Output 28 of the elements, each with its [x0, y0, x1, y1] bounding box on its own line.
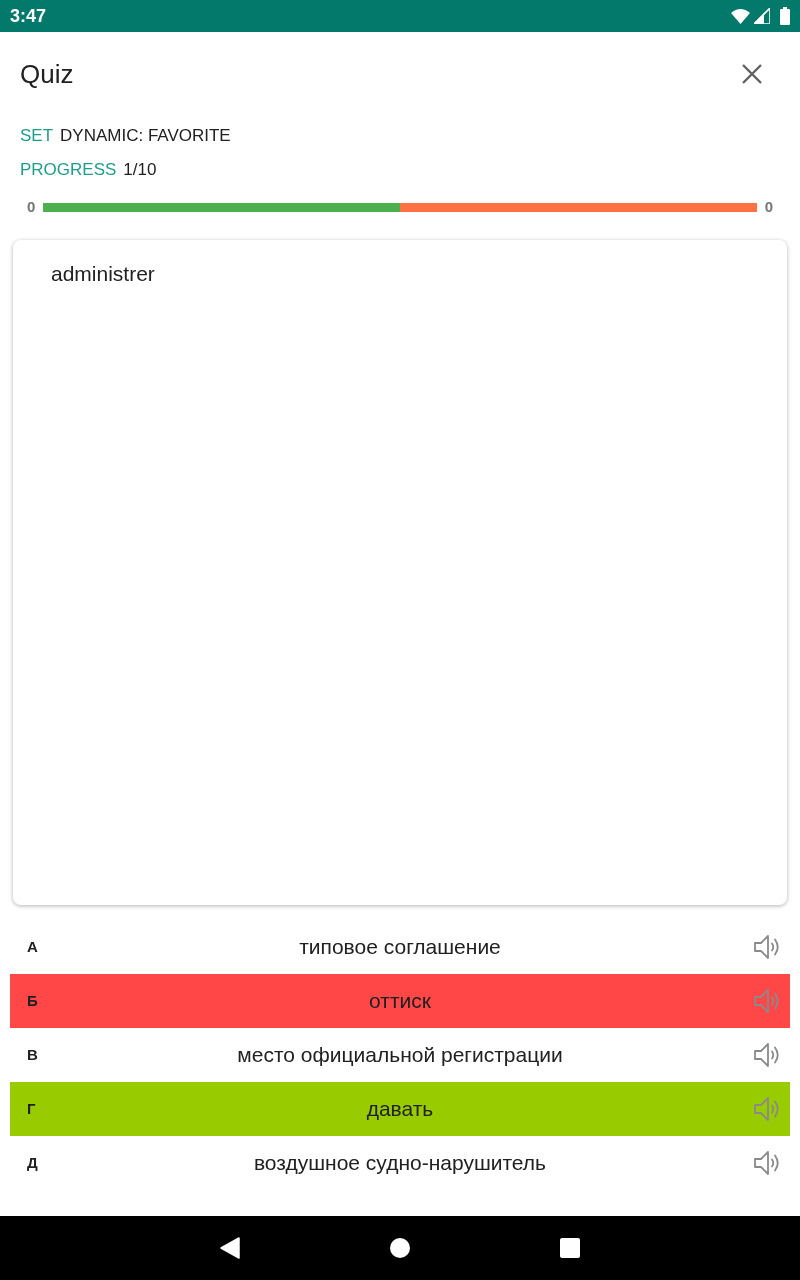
- close-button[interactable]: [740, 62, 764, 86]
- close-icon: [742, 64, 762, 84]
- score-count: 0: [764, 196, 773, 217]
- answer-text: типовое соглашение: [298, 934, 502, 961]
- answer-letter: В: [26, 1044, 39, 1065]
- info-value: DYNAMIC: FAVORITE: [60, 125, 231, 148]
- answer-letter: Б: [26, 990, 39, 1011]
- score-count: 0: [27, 196, 36, 217]
- info-value: 1/10: [123, 159, 157, 182]
- answer-text: воздушное судно-нарушитель: [252, 1150, 548, 1177]
- signal-icon: [754, 8, 770, 24]
- answer-option[interactable]: Б оттиск: [10, 974, 790, 1028]
- home-icon[interactable]: [390, 1238, 410, 1258]
- status-time: 3:47: [10, 4, 47, 28]
- question-text: administrer: [51, 262, 155, 285]
- screen-title: Quiz: [20, 57, 74, 91]
- answer-text: давать: [365, 1096, 435, 1123]
- answer-letter: Г: [26, 1098, 37, 1119]
- answer-letter: А: [26, 936, 39, 957]
- wifi-icon: [731, 8, 750, 24]
- answer-text: место официальной регистрации: [236, 1042, 564, 1069]
- info-label: SET: [20, 125, 54, 148]
- answer-option[interactable]: Г давать: [10, 1082, 790, 1136]
- battery-icon: [780, 7, 790, 25]
- answer-letter: Д: [26, 1152, 39, 1173]
- answer-text: оттиск: [368, 988, 432, 1015]
- info-label: PROGRESS: [20, 159, 117, 182]
- back-icon[interactable]: [220, 1237, 240, 1259]
